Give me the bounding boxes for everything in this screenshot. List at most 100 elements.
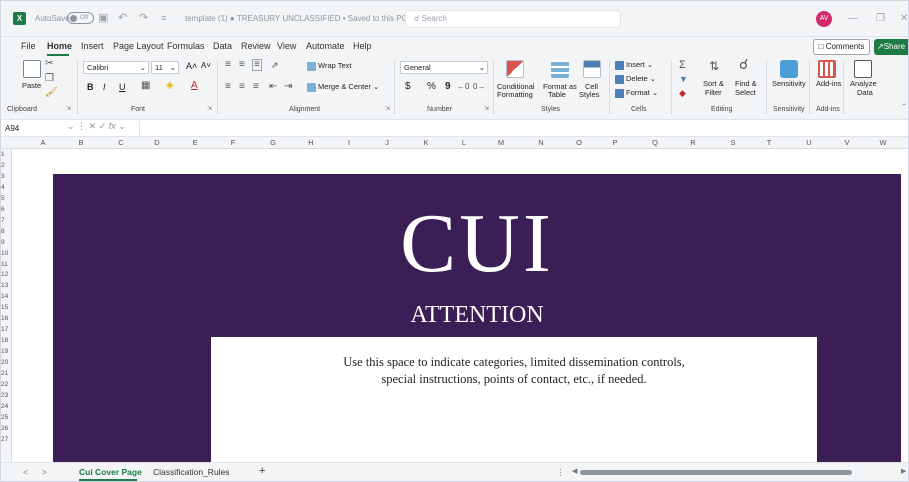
decrease-decimal-icon[interactable]: 0→ xyxy=(473,82,485,92)
row-header[interactable]: 11 xyxy=(1,261,12,269)
data-label[interactable]: Data xyxy=(857,88,873,98)
number-format-select[interactable]: General ⌄ xyxy=(400,61,488,74)
prev-sheet-icon[interactable]: < xyxy=(23,467,28,477)
styles-label[interactable]: Styles xyxy=(579,90,599,100)
cut-icon[interactable]: ✂ xyxy=(45,59,53,69)
tab-page-layout[interactable]: Page Layout xyxy=(113,41,164,51)
merge-center-button[interactable]: Merge & Center ⌄ xyxy=(307,82,379,92)
font-launcher-icon[interactable]: ⇲ xyxy=(207,104,212,114)
name-box[interactable]: A94 xyxy=(5,122,65,135)
search-input[interactable]: ☌ Search xyxy=(405,10,621,28)
next-sheet-icon[interactable]: > xyxy=(42,467,47,477)
column-header[interactable]: R xyxy=(683,138,703,147)
tab-formulas[interactable]: Formulas xyxy=(167,41,205,51)
fill-color-icon[interactable]: ◈ xyxy=(166,81,174,91)
currency-button[interactable]: $ xyxy=(405,82,411,92)
column-header[interactable]: B xyxy=(71,138,91,147)
add-ins-button[interactable]: Add-ins xyxy=(816,79,841,89)
tab-view[interactable]: View xyxy=(277,41,296,51)
add-ins-icon[interactable] xyxy=(818,60,836,78)
row-header[interactable]: 23 xyxy=(1,392,12,400)
column-header[interactable]: G xyxy=(263,138,283,147)
row-header[interactable]: 4 xyxy=(1,184,12,192)
row-header[interactable]: 1 xyxy=(1,151,12,159)
column-header[interactable]: H xyxy=(301,138,321,147)
comma-button[interactable]: 9 xyxy=(445,82,451,92)
fx-icon[interactable]: fx xyxy=(109,121,116,131)
row-header[interactable]: 19 xyxy=(1,348,12,356)
shrink-font-button[interactable]: A˅ xyxy=(201,61,211,71)
font-name-select[interactable]: Calibri ⌄ xyxy=(83,61,149,74)
tab-review[interactable]: Review xyxy=(241,41,271,51)
alignment-launcher-icon[interactable]: ⇲ xyxy=(385,104,390,114)
column-header[interactable]: U xyxy=(799,138,819,147)
paste-icon[interactable] xyxy=(23,60,41,78)
column-header[interactable]: T xyxy=(759,138,779,147)
align-right-icon[interactable]: ≡ xyxy=(253,82,259,92)
sensitivity-icon[interactable] xyxy=(780,60,798,78)
scroll-right-icon[interactable]: ▶ xyxy=(901,467,906,475)
tab-insert[interactable]: Insert xyxy=(81,41,104,51)
font-size-select[interactable]: 11 ⌄ xyxy=(151,61,179,74)
column-header[interactable]: E xyxy=(185,138,205,147)
row-header[interactable]: 9 xyxy=(1,239,12,247)
top-align-icon[interactable]: ≡ xyxy=(225,60,231,70)
row-header[interactable]: 27 xyxy=(1,436,12,444)
row-header[interactable]: 25 xyxy=(1,414,12,422)
tab-cui-cover-page[interactable]: Cui Cover Page xyxy=(79,467,142,477)
row-header[interactable]: 2 xyxy=(1,162,12,170)
column-header[interactable]: V xyxy=(837,138,857,147)
column-header[interactable]: O xyxy=(569,138,589,147)
row-header[interactable]: 6 xyxy=(1,206,12,214)
autosum-icon[interactable]: Σ xyxy=(679,60,686,71)
row-header[interactable]: 12 xyxy=(1,271,12,279)
font-color-button[interactable]: A xyxy=(191,81,198,91)
column-header[interactable]: F xyxy=(223,138,243,147)
more-options-icon[interactable]: ⋮ xyxy=(556,467,565,478)
add-sheet-button[interactable]: + xyxy=(259,465,265,477)
increase-decimal-icon[interactable]: ←0 xyxy=(457,82,469,92)
delete-cells-button[interactable]: Delete ⌄ xyxy=(615,74,656,84)
share-button[interactable]: ↗Share xyxy=(874,39,908,55)
row-header[interactable]: 16 xyxy=(1,315,12,323)
italic-button[interactable]: I xyxy=(103,82,106,92)
column-header[interactable]: Q xyxy=(645,138,665,147)
tab-help[interactable]: Help xyxy=(353,41,372,51)
tab-classification-rules[interactable]: Classification_Rules xyxy=(153,467,230,477)
percent-button[interactable]: % xyxy=(427,82,436,92)
fill-icon[interactable]: ▼ xyxy=(679,74,688,84)
grow-font-button[interactable]: A˄ xyxy=(186,61,197,71)
collapse-ribbon-icon[interactable]: ⌃ xyxy=(901,102,907,112)
scroll-left-icon[interactable]: ◀ xyxy=(572,467,577,475)
horizontal-scrollbar[interactable]: ◀ ▶ xyxy=(572,467,906,476)
orientation-icon[interactable]: ⇗ xyxy=(271,60,279,70)
increase-indent-icon[interactable]: ⇥ xyxy=(284,82,292,92)
row-header[interactable]: 3 xyxy=(1,173,12,181)
row-header[interactable]: 18 xyxy=(1,337,12,345)
row-header[interactable]: 5 xyxy=(1,195,12,203)
row-header[interactable]: 8 xyxy=(1,228,12,236)
column-header[interactable]: P xyxy=(605,138,625,147)
tab-home[interactable]: Home xyxy=(47,41,72,51)
row-header[interactable]: 15 xyxy=(1,304,12,312)
copy-icon[interactable]: ❐ xyxy=(45,74,54,84)
chevron-down-icon[interactable]: ⌄ xyxy=(67,121,75,131)
row-header[interactable]: 14 xyxy=(1,293,12,301)
row-header[interactable]: 10 xyxy=(1,250,12,258)
decrease-indent-icon[interactable]: ⇤ xyxy=(269,82,277,92)
conditional-formatting-icon[interactable] xyxy=(506,60,524,78)
analyze-data-icon[interactable] xyxy=(854,60,872,78)
table-label[interactable]: Table xyxy=(548,90,566,100)
save-icon[interactable]: ▣ xyxy=(98,12,108,24)
bold-button[interactable]: B xyxy=(87,82,94,92)
column-header[interactable]: D xyxy=(147,138,167,147)
underline-button[interactable]: U xyxy=(119,82,126,92)
format-as-table-icon[interactable] xyxy=(551,60,569,78)
sort-filter-icon[interactable]: ⇅ xyxy=(709,60,719,72)
tab-automate[interactable]: Automate xyxy=(306,41,345,51)
column-header[interactable]: C xyxy=(111,138,131,147)
minimize-icon[interactable]: — xyxy=(848,13,858,24)
align-center-icon[interactable]: ≡ xyxy=(239,82,245,92)
column-header[interactable]: M xyxy=(491,138,511,147)
filter-label[interactable]: Filter xyxy=(705,88,722,98)
